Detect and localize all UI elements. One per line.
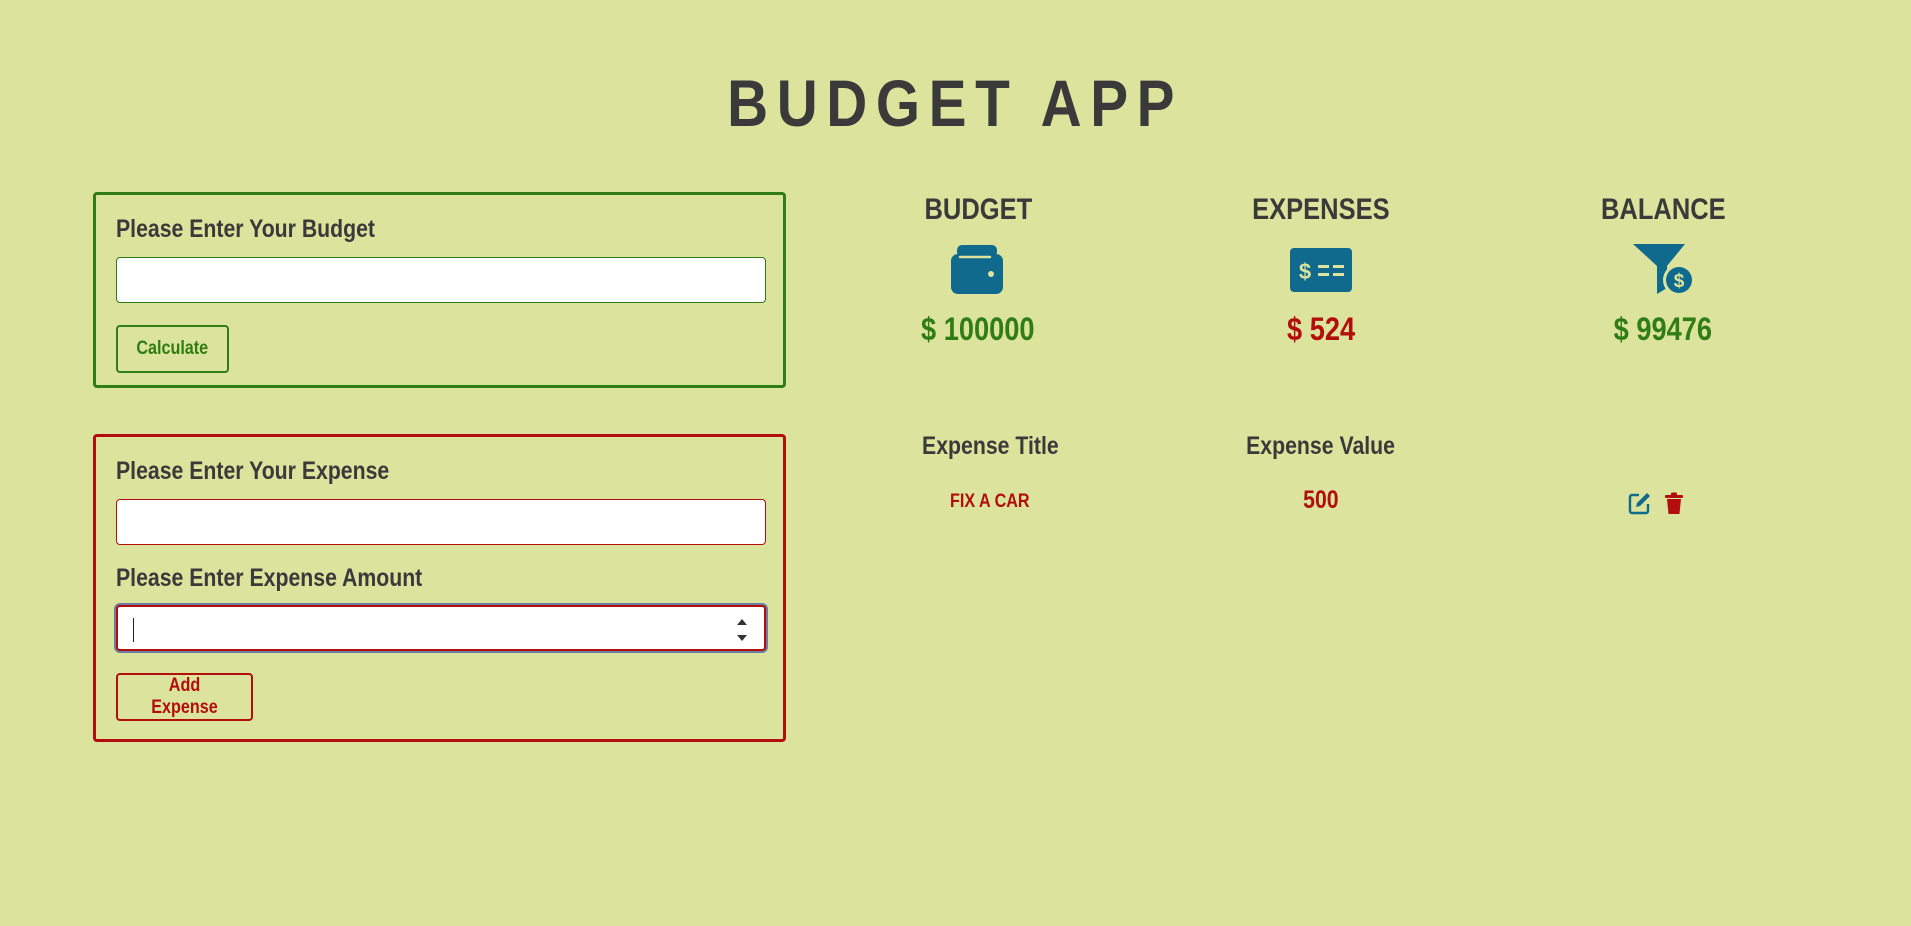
add-expense-button-label: Add Expense	[151, 675, 218, 718]
balance-summary: BALANCE $ $ 99476	[1553, 190, 1773, 350]
expenses-amount: $ 524	[1211, 308, 1431, 350]
edit-icon[interactable]	[1628, 491, 1652, 515]
expense-title-input[interactable]	[116, 499, 766, 545]
budget-input-label: Please Enter Your Budget	[116, 215, 376, 243]
funnel-dollar-icon: $	[1631, 242, 1695, 296]
budget-form: Please Enter Your Budget Calculate	[93, 192, 786, 388]
balance-amount-text: $ 99476	[1613, 311, 1713, 347]
app-title: BUDGET APP	[0, 70, 1911, 136]
balance-heading: BALANCE	[1553, 190, 1773, 230]
expenses-amount-text: $ 524	[1286, 311, 1356, 347]
expense-value-header-text: Expense Value	[1246, 432, 1396, 460]
expense-item-title: FIX A CAR	[880, 491, 1100, 513]
budget-input[interactable]	[116, 257, 766, 303]
wallet-icon	[946, 242, 1010, 296]
number-spinner[interactable]	[736, 617, 748, 643]
balance-amount: $ 99476	[1553, 308, 1773, 350]
expense-title-header: Expense Title	[880, 432, 1100, 461]
text-caret	[133, 618, 134, 642]
svg-text:$: $	[1299, 259, 1311, 284]
expense-amount-input[interactable]	[116, 605, 766, 651]
money-check-icon: $	[1289, 242, 1353, 296]
budget-amount: $ 100000	[868, 308, 1088, 350]
spinner-down-icon[interactable]	[737, 635, 747, 641]
expense-item-value: 500	[1211, 486, 1431, 515]
spinner-up-icon[interactable]	[737, 619, 747, 625]
expense-amount-label: Please Enter Expense Amount	[116, 564, 423, 592]
add-expense-button[interactable]: Add Expense	[116, 673, 253, 721]
expense-title-label: Please Enter Your Expense	[116, 457, 390, 485]
budget-heading-text: BUDGET	[924, 193, 1032, 226]
expense-item-title-text: FIX A CAR	[950, 491, 1030, 512]
budget-amount-text: $ 100000	[921, 311, 1035, 347]
expenses-summary: EXPENSES $ $ 524	[1211, 190, 1431, 350]
expense-form: Please Enter Your Expense Please Enter E…	[93, 434, 786, 742]
budget-heading: BUDGET	[868, 190, 1088, 230]
expense-value-header: Expense Value	[1211, 432, 1431, 461]
expenses-heading-text: EXPENSES	[1252, 193, 1390, 226]
balance-heading-text: BALANCE	[1600, 193, 1726, 226]
expense-item-value-text: 500	[1303, 486, 1339, 514]
trash-icon[interactable]	[1662, 491, 1686, 515]
calculate-button-label: Calculate	[136, 338, 209, 359]
app-title-text: BUDGET APP	[727, 66, 1184, 140]
expenses-heading: EXPENSES	[1211, 190, 1431, 230]
svg-text:$: $	[1674, 271, 1685, 292]
expense-title-header-text: Expense Title	[921, 432, 1059, 460]
budget-summary: BUDGET $ 100000	[868, 190, 1088, 350]
calculate-button[interactable]: Calculate	[116, 325, 229, 373]
